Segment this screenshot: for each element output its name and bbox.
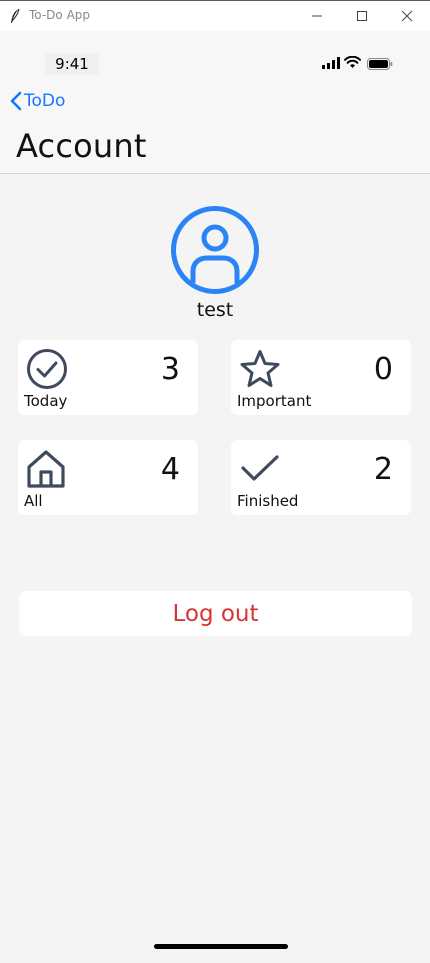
window-titlebar: To-Do App — [0, 0, 430, 31]
stat-label: Finished — [237, 492, 299, 510]
window-title: To-Do App — [29, 8, 91, 22]
checkmark-icon — [241, 455, 279, 481]
battery-icon — [367, 58, 393, 70]
stat-card-important[interactable]: 0 Important — [231, 340, 411, 415]
user-circle-icon — [171, 206, 259, 294]
stat-label: All — [24, 492, 43, 510]
app-screen: 9:41 ToDo Account test 3 Today 0 Importa… — [0, 31, 430, 963]
star-icon — [240, 350, 280, 387]
stat-label: Today — [24, 392, 68, 410]
stat-count: 4 — [160, 452, 180, 487]
minimize-button[interactable] — [294, 1, 340, 31]
stat-count: 2 — [373, 452, 393, 487]
logout-button[interactable]: Log out — [19, 591, 412, 636]
feather-icon — [11, 8, 20, 23]
home-icon — [27, 450, 65, 488]
stat-label: Important — [237, 392, 312, 410]
home-indicator[interactable] — [154, 944, 288, 949]
stat-count: 3 — [160, 352, 180, 387]
maximize-button[interactable] — [339, 1, 385, 31]
cellular-signal-icon — [322, 57, 340, 69]
stat-card-today[interactable]: 3 Today — [18, 340, 198, 415]
username: test — [196, 299, 234, 321]
close-icon — [401, 10, 413, 22]
back-button[interactable]: ToDo — [10, 89, 65, 113]
stat-card-finished[interactable]: 2 Finished — [231, 440, 411, 515]
status-bar-time: 9:41 — [45, 53, 99, 75]
back-button-label: ToDo — [24, 91, 66, 111]
check-circle-icon — [27, 349, 67, 389]
navigation-bar: 9:41 ToDo Account — [0, 31, 430, 174]
maximize-icon — [357, 11, 367, 21]
stat-card-all[interactable]: 4 All — [18, 440, 198, 515]
wifi-icon — [344, 56, 361, 68]
logout-label: Log out — [172, 600, 259, 627]
minimize-icon — [312, 15, 322, 17]
stat-count: 0 — [373, 352, 393, 387]
page-title: Account — [16, 127, 147, 165]
chevron-left-icon — [10, 91, 22, 111]
close-button[interactable] — [384, 1, 430, 31]
